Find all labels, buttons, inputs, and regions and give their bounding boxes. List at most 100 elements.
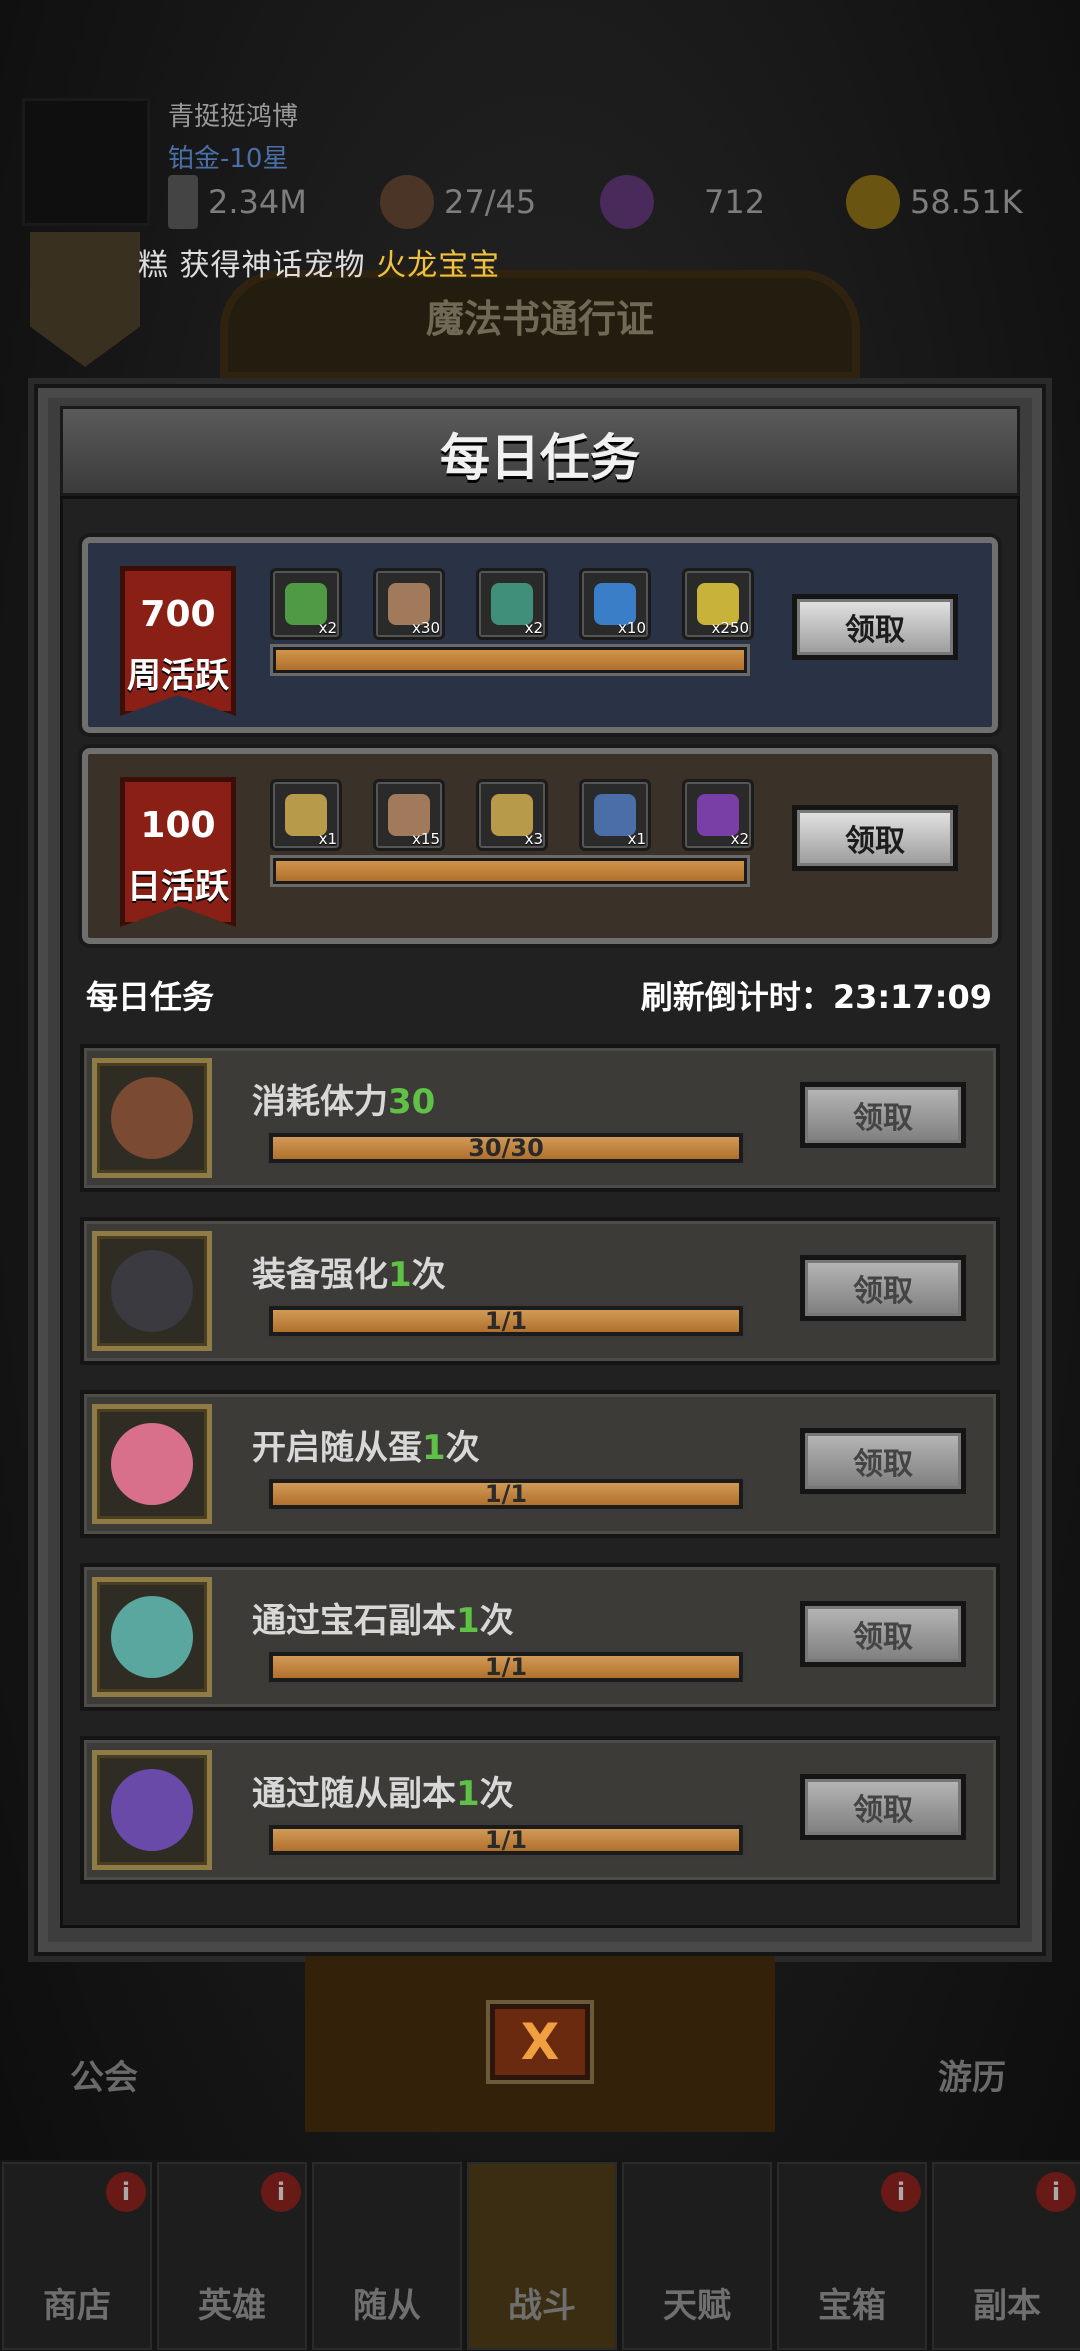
task-claim-button[interactable]: 领取 xyxy=(800,1601,966,1667)
reward-item[interactable]: x30 xyxy=(373,568,445,640)
task-claim-button[interactable]: 领取 xyxy=(800,1428,966,1494)
dialog-title: 每日任务 xyxy=(440,429,640,487)
gem-icon xyxy=(600,175,654,229)
reward-count: x3 xyxy=(524,830,543,848)
reward-count: x2 xyxy=(730,830,749,848)
travel-label[interactable]: 游历 xyxy=(938,2050,1006,2099)
task-count: 1 xyxy=(422,1428,446,1468)
weekly-progress-fill xyxy=(276,650,744,670)
gem-ticket-icon-art xyxy=(111,1596,193,1678)
gold-coin-icon xyxy=(846,175,900,229)
player-name: 青挺挺鸿博 xyxy=(168,102,299,132)
reward-item[interactable]: x1 xyxy=(579,779,651,851)
close-button[interactable]: X xyxy=(490,2004,590,2080)
nav-label: 天赋 xyxy=(663,2286,731,2326)
reward-count: x30 xyxy=(412,619,440,637)
notification-badge-icon: i xyxy=(261,2172,301,2212)
reward-item[interactable]: x250 xyxy=(682,568,754,640)
task-progress-value: 1/1 xyxy=(484,1480,528,1508)
helmet-icon xyxy=(92,1231,212,1351)
weekly-label: 周活跃 xyxy=(127,656,229,696)
meat-icon xyxy=(380,175,434,229)
guild-label[interactable]: 公会 xyxy=(70,2050,138,2099)
task-progress-bar: 1/1 xyxy=(266,1822,746,1858)
pet-ticket-icon xyxy=(92,1750,212,1870)
task-claim-button[interactable]: 领取 xyxy=(800,1082,966,1148)
task-progress-value: 1/1 xyxy=(484,1653,528,1681)
reward-count: x1 xyxy=(627,830,646,848)
task-count: 1 xyxy=(456,1774,480,1814)
reward-item[interactable]: x2 xyxy=(682,779,754,851)
player-rank: 铂金-10星 xyxy=(168,144,289,174)
pet-ticket-icon-art xyxy=(111,1769,193,1851)
reward-item[interactable]: x15 xyxy=(373,779,445,851)
daily-label: 日活跃 xyxy=(127,867,229,907)
task-suffix: 次 xyxy=(411,1255,446,1295)
task-claim-button[interactable]: 领取 xyxy=(800,1774,966,1840)
task-progress-bar: 1/1 xyxy=(266,1476,746,1512)
task-name: 消耗体力30 xyxy=(252,1074,435,1123)
reward-count: x1 xyxy=(318,830,337,848)
notification-badge-icon: i xyxy=(881,2172,921,2212)
task-count: 30 xyxy=(388,1082,436,1122)
task-suffix: 次 xyxy=(479,1774,514,1814)
nav-label: 商店 xyxy=(43,2286,111,2326)
nav-label: 随从 xyxy=(353,2286,421,2326)
ticker-highlight: 火龙宝宝 xyxy=(376,248,501,283)
task-progress-bar: 1/1 xyxy=(266,1649,746,1685)
reward-item[interactable]: x2 xyxy=(476,568,548,640)
reward-count: x10 xyxy=(618,619,646,637)
player-avatar[interactable] xyxy=(22,98,150,226)
power-resource: 2.34M xyxy=(168,172,307,232)
power-value: 2.34M xyxy=(208,183,307,221)
gold-resource[interactable]: 58.51K xyxy=(846,172,1023,232)
weekly-claim-button[interactable]: 领取 xyxy=(792,594,958,660)
egg-icon-art xyxy=(111,1423,193,1505)
ticker-prefix: 糕 xyxy=(138,248,169,283)
reward-item[interactable]: x3 xyxy=(476,779,548,851)
refresh-time: 23:17:09 xyxy=(832,978,992,1016)
reward-count: x2 xyxy=(524,619,543,637)
nav-label: 副本 xyxy=(973,2286,1041,2326)
helmet-icon-art xyxy=(111,1250,193,1332)
sword-icon xyxy=(168,175,198,229)
task-name: 通过宝石副本1次 xyxy=(252,1593,514,1642)
task-text: 通过宝石副本 xyxy=(252,1601,456,1641)
meat-icon xyxy=(92,1058,212,1178)
task-name: 通过随从副本1次 xyxy=(252,1766,514,1815)
task-progress-value: 30/30 xyxy=(468,1134,544,1162)
reward-item[interactable]: x1 xyxy=(270,779,342,851)
stamina-resource[interactable]: 27/45 xyxy=(380,172,536,232)
task-progress-value: 1/1 xyxy=(484,1307,528,1335)
nav-label: 宝箱 xyxy=(818,2286,886,2326)
nav-label: 战斗 xyxy=(508,2286,576,2326)
task-progress-value: 1/1 xyxy=(484,1826,528,1854)
reward-item[interactable]: x10 xyxy=(579,568,651,640)
ticker-text: 获得神话宠物 xyxy=(179,248,366,283)
game-screen: 青挺挺鸿博 铂金-10星 2.34M 27/45 712 58.51K 魔法书通… xyxy=(0,0,1080,2351)
task-suffix: 次 xyxy=(445,1428,480,1468)
gem-ticket-icon xyxy=(92,1577,212,1697)
weekly-points: 700 xyxy=(140,594,216,635)
daily-claim-button[interactable]: 领取 xyxy=(792,805,958,871)
task-count: 1 xyxy=(388,1255,412,1295)
task-name: 装备强化1次 xyxy=(252,1247,446,1296)
reward-item[interactable]: x2 xyxy=(270,568,342,640)
stamina-value: 27/45 xyxy=(444,183,537,221)
notification-badge-icon: i xyxy=(106,2172,146,2212)
task-text: 装备强化 xyxy=(252,1255,388,1295)
refresh-label: 刷新倒计时： xyxy=(640,978,833,1016)
task-name: 开启随从蛋1次 xyxy=(252,1420,480,1469)
gem-resource[interactable]: 712 xyxy=(600,172,765,232)
task-suffix: 次 xyxy=(479,1601,514,1641)
task-text: 开启随从蛋 xyxy=(252,1428,422,1468)
meat-icon-art xyxy=(111,1077,193,1159)
task-claim-button[interactable]: 领取 xyxy=(800,1255,966,1321)
refresh-countdown: 刷新倒计时：23:17:09 xyxy=(641,972,992,1018)
nav-label: 英雄 xyxy=(198,2286,266,2326)
reward-count: x15 xyxy=(412,830,440,848)
notification-badge-icon: i xyxy=(1036,2172,1076,2212)
daily-points: 100 xyxy=(140,805,216,846)
reward-count: x2 xyxy=(318,619,337,637)
task-count: 1 xyxy=(456,1601,480,1641)
